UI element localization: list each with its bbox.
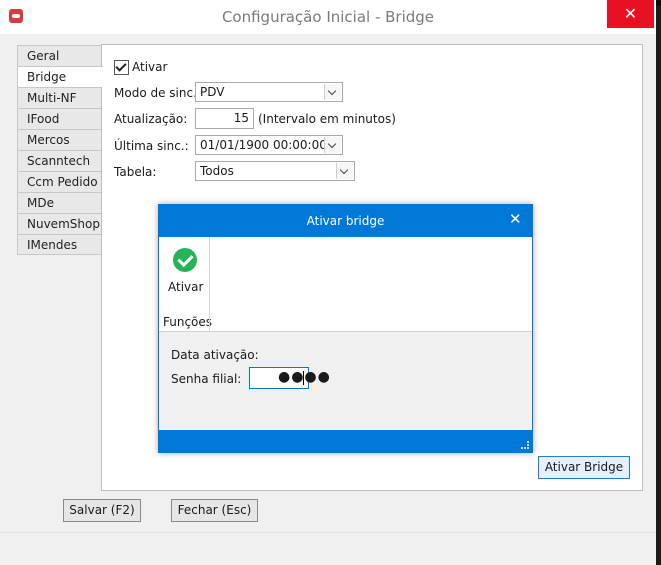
tab-ccm-pedido[interactable]: Ccm Pedido xyxy=(17,171,102,192)
atualizacao-input[interactable]: 15 xyxy=(195,108,254,129)
ultima-sinc-value: 01/01/1900 00:00:00 xyxy=(200,138,327,152)
tabela-select[interactable]: Todos xyxy=(195,161,355,181)
chevron-down-icon[interactable] xyxy=(336,163,353,179)
tab-ifood[interactable]: IFood xyxy=(17,108,102,129)
status-bar xyxy=(0,532,656,565)
dialog-status-bar xyxy=(159,430,532,452)
data-ativacao-label: Data ativação: xyxy=(171,348,259,362)
modo-sinc-value: PDV xyxy=(200,85,225,99)
salvar-button[interactable]: Salvar (F2) xyxy=(63,499,141,522)
dialog-body: Data ativação: Senha filial: ●●●● xyxy=(159,332,532,430)
dialog-title-bar: Ativar bridge ✕ xyxy=(159,205,532,237)
ativar-bridge-button[interactable]: Ativar Bridge xyxy=(538,456,630,479)
tab-multi-nf[interactable]: Multi-NF xyxy=(17,87,102,108)
chevron-down-icon[interactable] xyxy=(324,137,341,153)
ativar-ribbon-label: Ativar xyxy=(168,280,204,294)
modo-sinc-label: Modo de sinc.: xyxy=(114,86,201,100)
chevron-down-icon[interactable] xyxy=(324,84,341,100)
atualizacao-label: Atualização: xyxy=(114,112,188,126)
ribbon-group-label: Funções xyxy=(163,315,213,329)
ativar-label: Ativar xyxy=(132,60,168,74)
tab-bridge[interactable]: Bridge xyxy=(17,66,103,87)
ativar-checkbox[interactable] xyxy=(114,60,129,75)
tab-list: Geral Bridge Multi-NF IFood Mercos Scann… xyxy=(17,45,103,255)
check-circle-icon xyxy=(173,248,197,272)
resize-grip-icon[interactable] xyxy=(521,441,529,449)
window-title: Configuração Inicial - Bridge xyxy=(221,8,435,26)
text-caret xyxy=(303,371,304,385)
ultima-sinc-label: Última sinc.: xyxy=(114,139,189,153)
tabela-value: Todos xyxy=(200,164,234,178)
fechar-button[interactable]: Fechar (Esc) xyxy=(171,499,258,522)
ultima-sinc-picker[interactable]: 01/01/1900 00:00:00 xyxy=(195,135,343,155)
ativar-ribbon-button[interactable]: Ativar xyxy=(159,237,209,307)
title-bar: Configuração Inicial - Bridge ✕ xyxy=(0,0,656,34)
dialog-close-icon[interactable]: ✕ xyxy=(509,210,522,228)
atualizacao-hint: (Intervalo em minutos) xyxy=(258,112,396,126)
tabela-label: Tabela: xyxy=(114,165,157,179)
senha-filial-label: Senha filial: xyxy=(171,372,242,386)
modo-sinc-select[interactable]: PDV xyxy=(195,82,343,102)
atualizacao-value: 15 xyxy=(233,111,249,125)
tab-geral[interactable]: Geral xyxy=(17,45,102,66)
tab-scanntech[interactable]: Scanntech xyxy=(17,150,102,171)
tab-mde[interactable]: MDe xyxy=(17,192,102,213)
window-close-button[interactable]: ✕ xyxy=(607,0,654,28)
tab-mercos[interactable]: Mercos xyxy=(17,129,102,150)
dialog-ribbon: Ativar Funções xyxy=(159,237,532,332)
tab-nuvemshop[interactable]: NuvemShop xyxy=(17,213,102,234)
senha-filial-value: ●●●● xyxy=(278,369,331,385)
tab-imendes[interactable]: IMendes xyxy=(17,234,102,255)
ribbon-separator xyxy=(209,237,210,331)
senha-filial-input[interactable]: ●●●● xyxy=(249,367,330,389)
ativar-bridge-dialog: Ativar bridge ✕ Ativar Funções Data ativ… xyxy=(158,204,533,453)
dialog-title: Ativar bridge xyxy=(306,214,385,228)
